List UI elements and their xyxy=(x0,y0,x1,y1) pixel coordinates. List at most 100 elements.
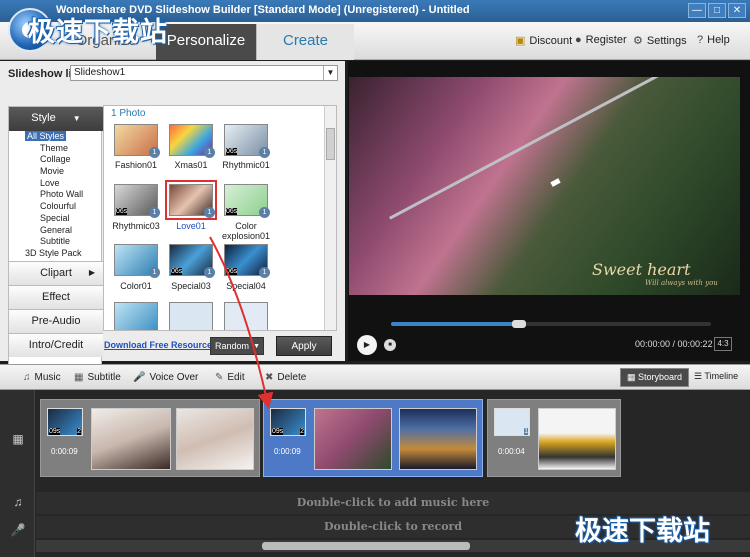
random-select[interactable]: Random ▼ xyxy=(210,337,264,355)
preview-progress-knob[interactable] xyxy=(512,320,526,328)
style-thumb-row4-2[interactable] xyxy=(169,302,213,330)
duration-tag: 06s xyxy=(171,268,183,275)
tree-item-special[interactable]: Special xyxy=(9,213,103,225)
tree-item-theme[interactable]: Theme xyxy=(9,143,103,155)
preview-timecode: 00:00:00 / 00:00:22 xyxy=(635,339,713,349)
preview-car xyxy=(550,178,561,187)
mini-duration: 09s xyxy=(272,428,284,435)
tree-item-collage[interactable]: Collage xyxy=(9,154,103,166)
tree-item-movie[interactable]: Movie xyxy=(9,166,103,178)
tab-personalize[interactable]: Personalize xyxy=(156,24,256,60)
tree-item-photo-wall[interactable]: Photo Wall xyxy=(9,189,103,201)
slide-photo[interactable] xyxy=(314,408,392,470)
style-thumbnails: 1 Photo 1 Fashion01 1 Xmas01 06s 1 Rhythm… xyxy=(103,105,337,331)
photo-count: 1 Photo xyxy=(111,108,146,119)
tree-item-love[interactable]: Love xyxy=(9,178,103,190)
style-thumb-special04[interactable]: 06s 1 xyxy=(224,244,270,278)
storyboard-icon: ▦ xyxy=(627,372,636,382)
track-icons: ▦ ♫ 🎤 xyxy=(0,390,35,557)
style-label: Color explosion01 xyxy=(221,221,271,241)
close-button[interactable]: ✕ xyxy=(728,3,746,18)
style-thumb-special03[interactable]: 06s 1 xyxy=(169,244,215,278)
storyboard-slide-active[interactable]: 09s 2 0:00:09 xyxy=(263,399,483,477)
style-header-button[interactable]: Style ▼ xyxy=(9,107,103,131)
preview-image: Sweet heart Will always with you xyxy=(349,77,740,295)
slideshow-list-select[interactable]: Slideshow1 ▼ xyxy=(70,65,338,81)
settings-link[interactable]: ⚙ Settings xyxy=(633,34,687,47)
random-value: Random xyxy=(215,341,250,351)
timeline-label: Timeline xyxy=(704,371,739,381)
stop-button[interactable]: ■ xyxy=(384,339,396,351)
play-button[interactable]: ▶ xyxy=(357,335,377,355)
scrollbar-thumb[interactable] xyxy=(262,542,470,550)
clipart-button[interactable]: Clipart ▶ xyxy=(9,261,103,285)
delete-button[interactable]: ✖ Delete xyxy=(265,372,306,383)
discount-label: Discount xyxy=(529,35,573,47)
storyboard-label: Storyboard xyxy=(638,372,683,382)
style-label: Xmas01 xyxy=(174,160,208,170)
pencil-icon: ✎ xyxy=(215,372,224,383)
storyboard-slide[interactable]: 09s 2 0:00:09 xyxy=(40,399,260,477)
style-thumb-xmas01[interactable]: 1 xyxy=(169,124,215,158)
tree-item-3d-style-pack[interactable]: 3D Style Pack xyxy=(9,248,103,260)
tab-create[interactable]: Create xyxy=(256,24,354,60)
music-label: Music xyxy=(34,372,61,383)
maximize-button[interactable]: □ xyxy=(708,3,726,18)
tree-item-general[interactable]: General xyxy=(9,225,103,237)
aspect-ratio-button[interactable]: 4:3 xyxy=(714,337,732,351)
photo-badge: 1 xyxy=(149,207,160,218)
slide-photo[interactable] xyxy=(538,408,616,470)
tree-item-all-styles[interactable]: All Styles xyxy=(9,131,103,143)
style-thumb-row4-3[interactable] xyxy=(224,302,268,330)
preview-progress[interactable] xyxy=(391,320,711,328)
help-icon: ? xyxy=(697,34,704,46)
timeline-view-button[interactable]: ☰ Timeline xyxy=(688,368,744,387)
slide-style-mini: 09s 2 xyxy=(47,408,83,436)
slide-photo[interactable] xyxy=(91,408,171,470)
clipart-label: Clipart xyxy=(40,267,72,279)
tree-item-subtitle[interactable]: Subtitle xyxy=(9,236,103,248)
intro-credit-button[interactable]: Intro/Credit xyxy=(9,333,103,357)
effect-button[interactable]: Effect xyxy=(9,285,103,309)
watermark-top: 极速下载站 xyxy=(28,17,168,48)
slide-photo[interactable] xyxy=(176,408,254,470)
slide-duration: 0:00:09 xyxy=(274,447,301,456)
style-thumb-rhythmic01[interactable]: 06s 1 xyxy=(224,124,270,158)
style-label: Color01 xyxy=(120,281,152,291)
voice-over-button[interactable]: 🎤 Voice Over xyxy=(133,372,198,383)
preview-road xyxy=(389,77,740,220)
style-thumb-color-explosion01[interactable]: 06s 1 xyxy=(224,184,270,218)
mini-count: 1 xyxy=(524,428,528,435)
timeline-icon: ☰ xyxy=(694,371,703,381)
left-panel: Slideshow list : Slideshow1 ▼ Style ▼ Al… xyxy=(0,61,345,399)
subtitle-button[interactable]: ▦ Subtitle xyxy=(74,372,121,383)
discount-link[interactable]: ▣ Discount xyxy=(515,34,572,47)
tree-item-colourful[interactable]: Colourful xyxy=(9,201,103,213)
subtitle-label: Subtitle xyxy=(87,372,121,383)
preview-panel: Sweet heart Will always with you ▶ ■ 00:… xyxy=(348,61,750,361)
help-link[interactable]: ? Help xyxy=(697,34,730,46)
minimize-button[interactable]: — xyxy=(688,3,706,18)
chevron-right-icon: ▶ xyxy=(88,268,95,277)
edit-button[interactable]: ✎ Edit xyxy=(215,372,245,383)
scrollbar-thumb[interactable] xyxy=(326,128,335,160)
photo-badge: 1 xyxy=(204,267,215,278)
style-thumb-love01[interactable]: 1 xyxy=(165,180,217,220)
slide-photo[interactable] xyxy=(399,408,477,470)
style-thumb-rhythmic03[interactable]: 06s 1 xyxy=(114,184,160,218)
play-icon: ▶ xyxy=(363,340,371,349)
style-header-label: Style xyxy=(31,112,56,124)
style-thumb-color01[interactable]: 1 xyxy=(114,244,160,278)
music-button[interactable]: ♫ Music xyxy=(23,372,61,383)
download-free-resource-link[interactable]: Download Free Resource xyxy=(104,340,212,350)
register-link[interactable]: ● Register xyxy=(575,34,627,46)
storyboard-view-button[interactable]: ▦ Storyboard xyxy=(620,368,690,387)
style-thumb-row4-1[interactable] xyxy=(114,302,158,330)
storyboard-slide[interactable]: 1 0:00:04 xyxy=(487,399,621,477)
style-thumb-fashion01[interactable]: 1 xyxy=(114,124,160,158)
music-track-icon: ♫ xyxy=(13,495,23,509)
thumbnails-scrollbar[interactable] xyxy=(324,106,336,330)
help-label: Help xyxy=(707,34,730,46)
apply-button[interactable]: Apply xyxy=(276,336,332,356)
pre-audio-button[interactable]: Pre-Audio xyxy=(9,309,103,333)
